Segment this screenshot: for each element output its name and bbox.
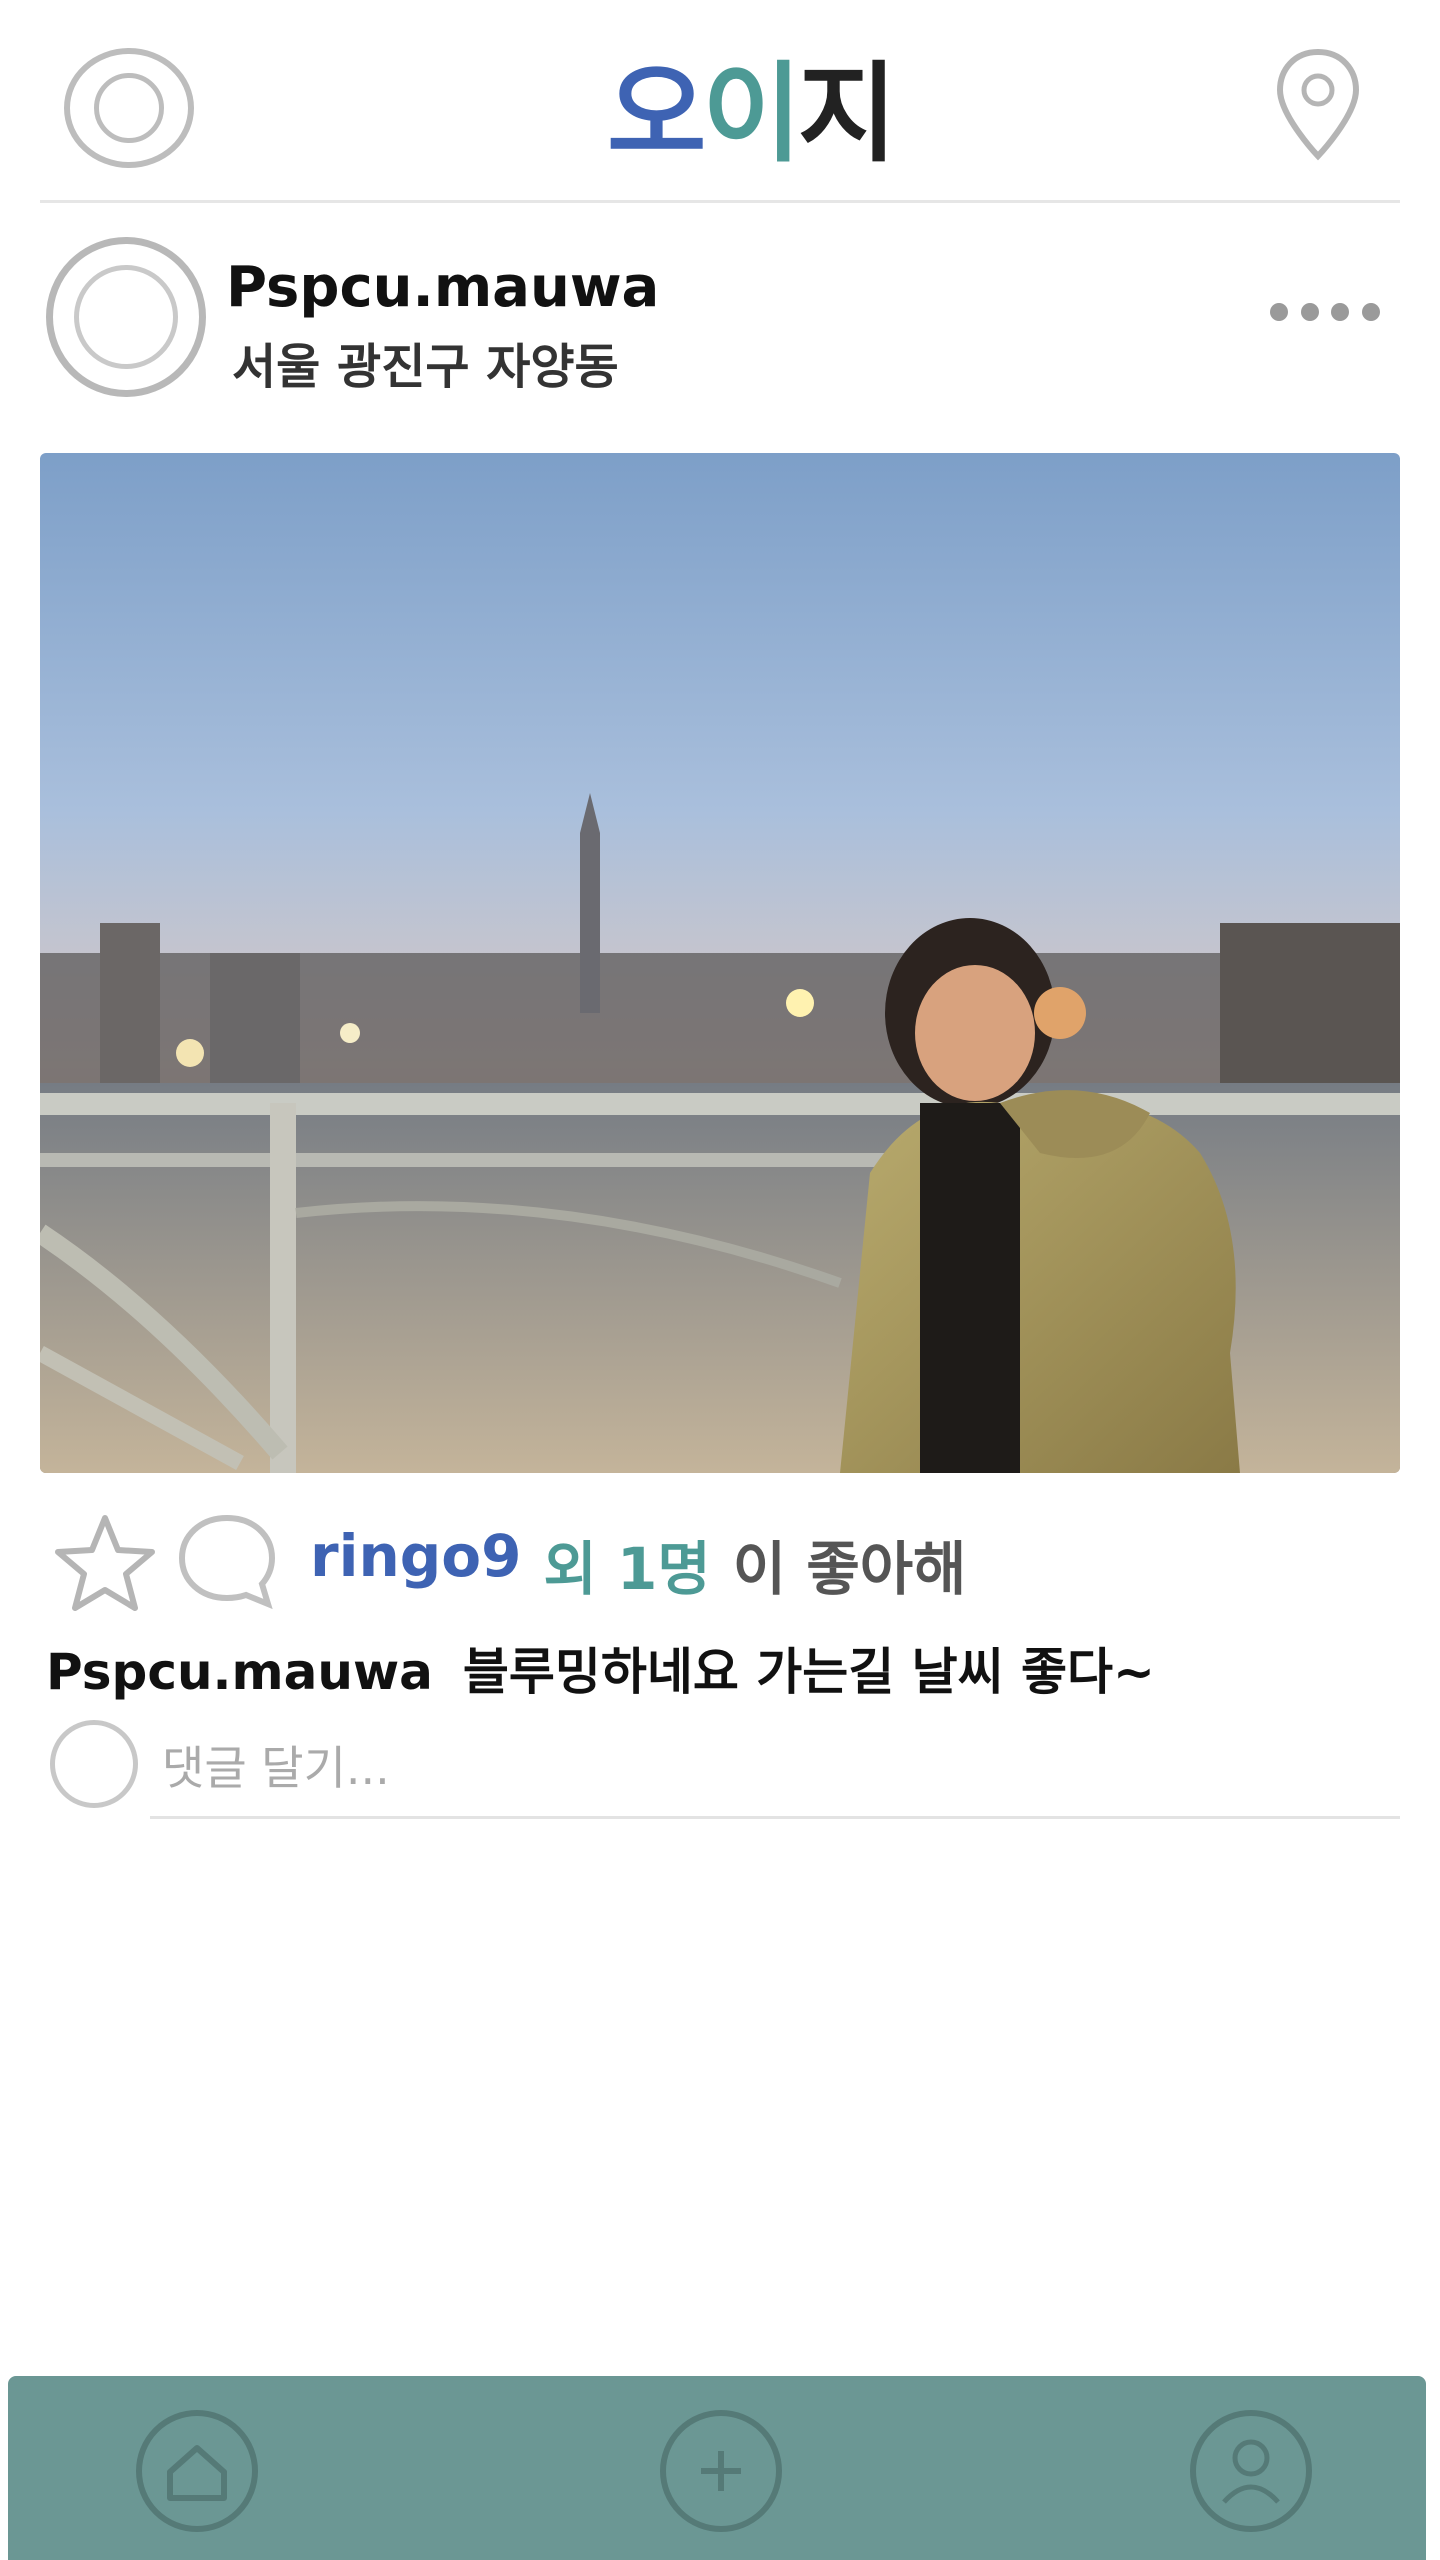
comment-row xyxy=(0,1720,1440,1820)
post-actions: ringo9 외 1명 이 좋아해 xyxy=(0,1500,1440,1620)
comment-icon[interactable] xyxy=(172,1504,282,1614)
more-dot xyxy=(1361,303,1380,321)
bottom-navigation xyxy=(8,2376,1426,2560)
more-options-icon[interactable] xyxy=(1270,297,1380,327)
more-dot xyxy=(1300,303,1319,321)
caption-username[interactable]: Pspcu.mauwa xyxy=(46,1643,433,1701)
profile-icon[interactable] xyxy=(1186,2406,1316,2536)
caption-text: 블루밍하네요 가는길 날씨 좋다~ xyxy=(462,1643,1155,1701)
avatar-inner-ring xyxy=(74,265,178,369)
comment-input[interactable] xyxy=(160,1732,1164,1804)
add-post-icon[interactable] xyxy=(656,2406,786,2536)
more-dot xyxy=(1331,303,1350,321)
comment-underline xyxy=(150,1816,1400,1819)
logo-part-3: 지 xyxy=(797,52,897,177)
camera-icon[interactable] xyxy=(64,48,194,168)
my-avatar xyxy=(50,1720,138,1808)
header-divider xyxy=(40,200,1400,203)
likes-suffix: 이 좋아해 xyxy=(732,1535,967,1603)
logo-part-1: 오 xyxy=(606,52,706,177)
app-screen: 오 이 지 Pspcu.mauwa 서울 광진구 자양동 ringo9 외 1명… xyxy=(0,0,1440,2560)
top-bar: 오 이 지 xyxy=(0,0,1440,203)
app-logo: 오 이 지 xyxy=(600,40,900,177)
star-icon[interactable] xyxy=(50,1508,160,1618)
location-pin-icon[interactable] xyxy=(1268,44,1368,164)
post-photo[interactable] xyxy=(40,453,1400,1473)
more-dot xyxy=(1270,303,1288,321)
likes-user[interactable]: ringo9 xyxy=(310,1522,522,1606)
home-icon[interactable] xyxy=(132,2406,262,2536)
post-caption: Pspcu.mauwa 블루밍하네요 가는길 날씨 좋다~ xyxy=(46,1632,1155,1704)
post-location[interactable]: 서울 광진구 자양동 xyxy=(232,327,619,397)
post-photo-image xyxy=(40,453,1400,1473)
post-header: Pspcu.mauwa 서울 광진구 자양동 xyxy=(0,225,1440,405)
likes-others[interactable]: 외 1명 xyxy=(544,1522,711,1606)
post-username[interactable]: Pspcu.mauwa xyxy=(226,255,659,320)
likes-summary[interactable]: ringo9 외 1명 이 좋아해 xyxy=(310,1522,966,1606)
camera-lens-icon xyxy=(94,73,164,143)
logo-part-2: 이 xyxy=(702,52,801,177)
user-avatar[interactable] xyxy=(46,237,206,397)
